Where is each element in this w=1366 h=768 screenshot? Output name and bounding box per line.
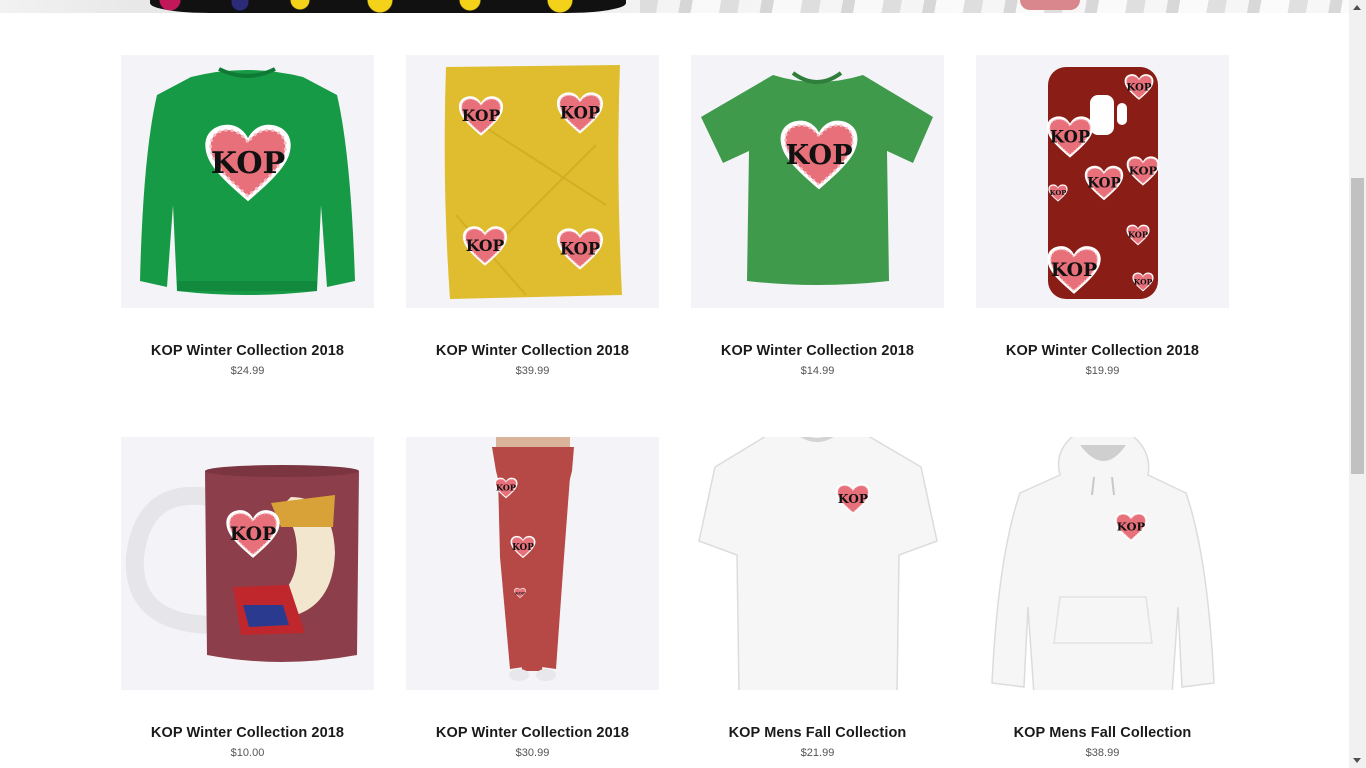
product-price: $38.99 [1085,747,1120,759]
product-title[interactable]: KOP Winter Collection 2018 [976,343,1229,359]
product-title[interactable]: KOP Winter Collection 2018 [121,343,374,359]
hero-accent [1020,0,1080,10]
product-card[interactable]: KOP Mens Fall Collection $21.99 [691,437,944,759]
product-card[interactable]: KOP Mens Fall Collection $38.99 [976,437,1229,759]
product-image-white-hoodie[interactable] [976,437,1229,690]
product-card[interactable]: KOP Winter Collection 2018 $10.00 [121,437,374,759]
product-price: $39.99 [515,365,550,377]
product-image-phone-case[interactable] [976,55,1229,308]
product-card[interactable]: KOP Winter Collection 2018 $24.99 [121,55,374,377]
product-price: $19.99 [1085,365,1120,377]
product-card[interactable]: KOP Winter Collection 2018 $19.99 [976,55,1229,377]
product-image-tshirt[interactable] [691,55,944,308]
product-price: $14.99 [800,365,835,377]
product-title[interactable]: KOP Winter Collection 2018 [406,725,659,741]
scrollbar-thumb[interactable] [1351,178,1364,474]
product-title[interactable]: KOP Winter Collection 2018 [406,343,659,359]
hero-artwork [150,0,626,13]
product-image-sweatshirt[interactable] [121,55,374,308]
page-scrollbar[interactable] [1349,0,1366,768]
product-title[interactable]: KOP Mens Fall Collection [976,725,1229,741]
product-image-mug[interactable] [121,437,374,690]
product-price: $30.99 [515,747,550,759]
product-title[interactable]: KOP Mens Fall Collection [691,725,944,741]
product-card[interactable]: KOP Winter Collection 2018 $14.99 [691,55,944,377]
scroll-up-arrow-icon[interactable] [1353,5,1361,10]
product-price: $10.00 [230,747,265,759]
product-title[interactable]: KOP Winter Collection 2018 [121,725,374,741]
product-price: $21.99 [800,747,835,759]
scroll-down-arrow-icon[interactable] [1353,758,1361,763]
product-image-white-tshirt[interactable] [691,437,944,690]
product-image-towel[interactable] [406,55,659,308]
product-card[interactable]: KOP Winter Collection 2018 $39.99 [406,55,659,377]
product-image-leggings[interactable] [406,437,659,690]
product-price: $24.99 [230,365,265,377]
product-card[interactable]: KOP Winter Collection 2018 $30.99 [406,437,659,759]
product-title[interactable]: KOP Winter Collection 2018 [691,343,944,359]
hero-pattern [640,0,1349,13]
hero-banner [0,0,1349,13]
